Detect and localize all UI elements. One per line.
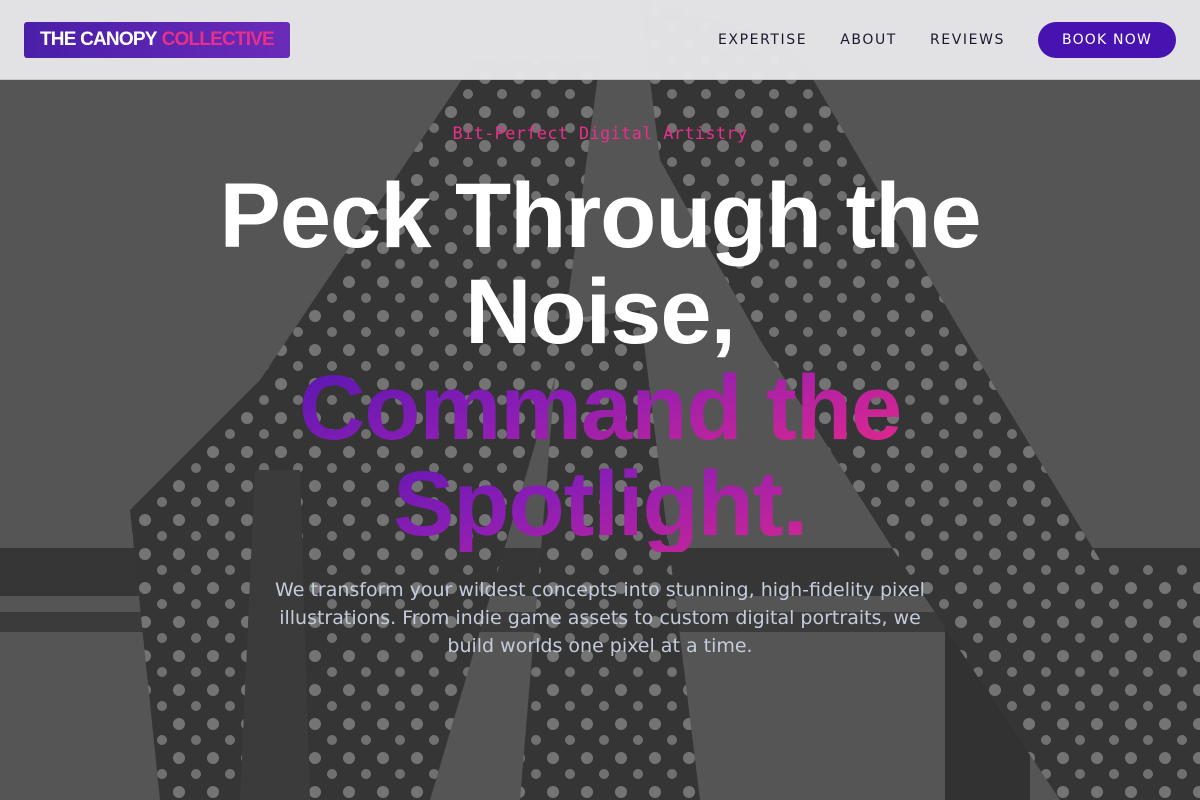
hero-headline: Peck Through the Noise, Command the Spot… (100, 168, 1100, 552)
nav-link-expertise[interactable]: EXPERTISE (718, 32, 807, 48)
site-header: THE CANOPY COLLECTIVE EXPERTISE ABOUT REV… (0, 0, 1200, 80)
main-nav: EXPERTISE ABOUT REVIEWS BOOK NOW (718, 0, 1176, 80)
book-now-button[interactable]: BOOK NOW (1038, 22, 1176, 58)
headline-line-3: Command the (100, 360, 1100, 456)
logo-primary-text: THE CANOPY (40, 29, 157, 50)
logo-accent-text: COLLECTIVE (161, 29, 275, 50)
headline-line-2: Noise, (464, 261, 736, 363)
hero-subtitle: We transform your wildest concepts into … (275, 579, 925, 657)
hero-tagline: Bit-Perfect Digital Artistry (452, 124, 748, 144)
brand-logo[interactable]: THE CANOPY COLLECTIVE (24, 22, 290, 58)
headline-line-4: Spotlight. (100, 456, 1100, 552)
nav-link-reviews[interactable]: REVIEWS (930, 32, 1005, 48)
headline-line-1: Peck Through the (219, 165, 982, 267)
nav-link-about[interactable]: ABOUT (840, 32, 897, 48)
